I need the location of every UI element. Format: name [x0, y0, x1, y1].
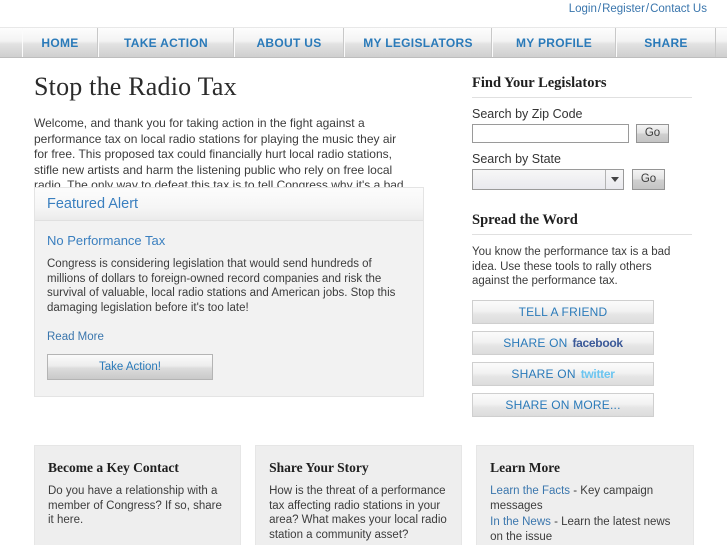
spread-the-word-text: You know the performance tax is a bad id… — [472, 246, 671, 287]
promo-box-key-contact[interactable]: Become a Key Contact Do you have a relat… — [34, 445, 242, 545]
featured-alert-subtitle: No Performance Tax — [47, 233, 166, 248]
login-link[interactable]: Login — [569, 3, 597, 15]
nav-item-about-us-label: ABOUT US — [256, 35, 322, 50]
nav-right-spacer — [716, 28, 727, 57]
featured-alert-header: Featured Alert — [35, 188, 423, 221]
nav-item-take-action[interactable]: TAKE ACTION — [98, 28, 234, 57]
promo-box-share-story[interactable]: Share Your Story How is the threat of a … — [255, 445, 463, 545]
facebook-logo-icon: facebook — [572, 335, 623, 350]
promo-title-share-story: Share Your Story — [269, 460, 369, 475]
state-label: Search by State — [472, 152, 561, 166]
featured-alert-header-title: Featured Alert — [47, 196, 139, 212]
page-title: Stop the Radio Tax — [34, 72, 237, 101]
featured-alert-text: Congress is considering legislation that… — [47, 258, 396, 314]
state-go-button[interactable]: Go — [632, 169, 665, 190]
nav-item-my-legislators[interactable]: MY LEGISLATORS — [344, 28, 492, 57]
zip-code-row: Go — [472, 124, 692, 143]
state-row: Go — [472, 169, 692, 190]
contact-us-link[interactable]: Contact Us — [650, 3, 707, 15]
utility-separator-2: / — [645, 3, 650, 15]
nav-item-share[interactable]: SHARE — [616, 28, 716, 57]
share-twitter-button[interactable]: SHARE ON twitter — [472, 361, 654, 386]
share-more-button[interactable]: SHARE ON MORE... — [472, 392, 654, 417]
find-legislators-heading: Find Your Legislators — [472, 75, 692, 98]
zip-code-input[interactable] — [472, 124, 629, 143]
share-twitter-label: SHARE ON — [511, 366, 576, 381]
promo-text-share-story: How is the threat of a performance tax a… — [269, 485, 447, 541]
learn-more-line-1: Learn the Facts - Key campaign messages — [490, 484, 680, 513]
nav-item-share-label: SHARE — [644, 35, 688, 50]
register-link[interactable]: Register — [602, 3, 645, 15]
share-facebook-label: SHARE ON — [503, 335, 568, 350]
state-select[interactable] — [472, 169, 624, 190]
zip-go-button[interactable]: Go — [636, 124, 669, 143]
nav-item-take-action-label: TAKE ACTION — [124, 35, 208, 50]
share-facebook-button[interactable]: SHARE ON facebook — [472, 330, 654, 355]
utility-separator-1: / — [597, 3, 602, 15]
read-more-link[interactable]: Read More — [47, 331, 104, 343]
sidebar: Find Your Legislators Search by Zip Code… — [472, 60, 692, 424]
nav-item-my-profile[interactable]: MY PROFILE — [492, 28, 616, 57]
featured-alert-body: No Performance Tax Congress is consideri… — [35, 221, 423, 396]
zip-code-label: Search by Zip Code — [472, 107, 583, 121]
nav-item-home[interactable]: HOME — [22, 28, 98, 57]
twitter-logo-icon: twitter — [580, 366, 615, 381]
spread-the-word-heading: Spread the Word — [472, 212, 692, 235]
utility-bar: Login/Register/Contact Us — [0, 0, 727, 22]
promo-title-key-contact: Become a Key Contact — [48, 460, 179, 475]
promo-text-key-contact: Do you have a relationship with a member… — [48, 485, 222, 526]
tell-a-friend-label: TELL A FRIEND — [518, 304, 608, 319]
featured-alert-panel: Featured Alert No Performance Tax Congre… — [34, 187, 424, 397]
promo-box-learn-more[interactable]: Learn More Learn the Facts - Key campaig… — [476, 445, 694, 545]
take-action-button[interactable]: Take Action! — [47, 354, 213, 380]
nav-left-spacer — [0, 28, 22, 57]
nav-item-home-label: HOME — [41, 35, 79, 50]
learn-the-facts-link[interactable]: Learn the Facts — [490, 485, 570, 497]
share-more-label: SHARE ON MORE... — [505, 397, 621, 412]
nav-item-my-profile-label: MY PROFILE — [515, 35, 593, 50]
main-navigation: HOME TAKE ACTION ABOUT US MY LEGISLATORS… — [0, 27, 727, 58]
learn-more-line-2: In the News - Learn the latest news on t… — [490, 515, 680, 544]
in-the-news-link[interactable]: In the News — [490, 516, 551, 528]
tell-a-friend-button[interactable]: TELL A FRIEND — [472, 299, 654, 324]
chevron-down-icon — [605, 170, 623, 189]
promo-row: Become a Key Contact Do you have a relat… — [34, 445, 694, 545]
nav-item-my-legislators-label: MY LEGISLATORS — [363, 35, 473, 50]
nav-item-about-us[interactable]: ABOUT US — [234, 28, 344, 57]
promo-title-learn-more: Learn More — [490, 460, 561, 475]
page-root: Login/Register/Contact Us HOME TAKE ACTI… — [0, 0, 727, 545]
